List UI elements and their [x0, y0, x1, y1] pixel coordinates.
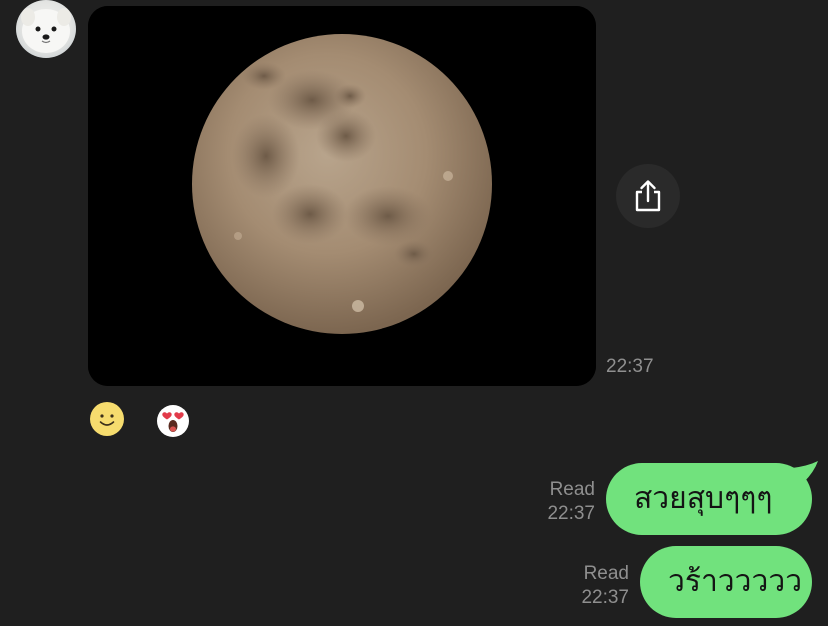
read-status: Read: [549, 479, 595, 500]
share-icon: [635, 180, 661, 212]
message-text: วร้าววววว: [668, 564, 803, 599]
moon-photo-message[interactable]: [88, 6, 596, 386]
message-meta: Read 22:37: [581, 562, 629, 610]
message-time: 22:37: [581, 587, 629, 608]
outgoing-message-bubble[interactable]: วร้าววววว: [640, 546, 812, 618]
reaction-smile[interactable]: [89, 401, 125, 437]
message-time: 22:37: [547, 503, 595, 524]
outgoing-message-bubble[interactable]: สวยสุบๆๆๆ: [606, 463, 812, 535]
smile-emoji-icon: [90, 402, 124, 436]
message-text: สวยสุบๆๆๆ: [634, 481, 773, 516]
share-button[interactable]: [616, 164, 680, 228]
sender-avatar[interactable]: [16, 0, 76, 58]
read-status: Read: [583, 563, 629, 584]
message-meta: Read 22:37: [547, 478, 595, 526]
heart-eyes-emoji-icon: [157, 405, 189, 437]
reaction-heart-eyes[interactable]: [156, 404, 190, 438]
photo-timestamp: 22:37: [606, 356, 654, 377]
full-moon-photo: [88, 6, 596, 386]
samoyed-puppy-avatar-image: [21, 8, 71, 53]
